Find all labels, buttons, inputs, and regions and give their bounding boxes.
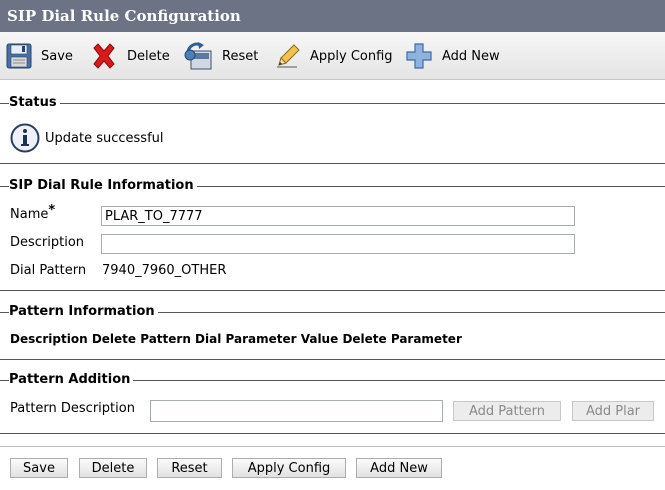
pattern-description-label: Pattern Description — [10, 401, 135, 416]
window-title: SIP Dial Rule Configuration — [0, 0, 665, 32]
reset-icon — [184, 42, 212, 70]
column-delete-pattern: Delete Pattern — [91, 332, 191, 346]
status-legend: Status — [9, 95, 60, 111]
add-pattern-button[interactable]: Add Pattern — [453, 401, 561, 421]
red-x-icon — [93, 43, 115, 69]
floppy-disk-icon — [6, 43, 32, 69]
pattern-addition-legend: Pattern Addition — [9, 372, 134, 388]
pattern-info-bottom-line — [0, 359, 665, 360]
column-delete-parameter: Delete Parameter — [342, 332, 462, 346]
toolbar: Save Delete Reset Apply Config Add New — [0, 32, 665, 80]
toolbar-add-new-button[interactable]: Add New — [405, 41, 500, 71]
dial-pattern-label: Dial Pattern — [10, 263, 87, 278]
description-label: Description — [10, 235, 85, 250]
toolbar-reset-label: Reset — [222, 48, 259, 64]
name-label: Name* — [10, 203, 55, 223]
bottom-reset-button[interactable]: Reset — [157, 458, 222, 478]
status-message: Update successful — [45, 131, 164, 146]
toolbar-delete-button[interactable]: Delete — [90, 41, 170, 71]
bottom-delete-button[interactable]: Delete — [79, 458, 147, 478]
toolbar-reset-button[interactable]: Reset — [183, 41, 258, 71]
bottom-add-new-button[interactable]: Add New — [356, 458, 442, 478]
plus-icon — [406, 43, 432, 69]
pattern-description-input[interactable] — [150, 400, 443, 422]
rule-info-legend: SIP Dial Rule Information — [9, 178, 197, 194]
toolbar-save-button[interactable]: Save — [6, 41, 73, 71]
name-label-text: Name — [10, 207, 49, 222]
pattern-columns-header: Description Delete Pattern Dial Paramete… — [10, 331, 462, 347]
toolbar-delete-label: Delete — [127, 48, 170, 64]
toolbar-apply-config-label: Apply Config — [310, 48, 393, 64]
rule-info-bottom-line — [0, 290, 665, 291]
status-legend-line — [0, 103, 665, 104]
bottom-divider — [0, 446, 665, 447]
dial-pattern-value: 7940_7960_OTHER — [102, 263, 227, 278]
pattern-addition-bottom-line — [0, 433, 665, 434]
info-icon — [10, 123, 40, 157]
column-value: Value — [300, 332, 339, 346]
add-plar-button[interactable]: Add Plar — [572, 401, 654, 421]
status-bottom-line — [0, 163, 665, 164]
name-input[interactable] — [101, 206, 575, 226]
column-description: Description — [10, 332, 88, 346]
pencil-icon — [277, 44, 300, 68]
required-marker: * — [48, 203, 56, 218]
column-dial-parameter: Dial Parameter — [195, 332, 297, 346]
description-input[interactable] — [101, 234, 575, 254]
toolbar-save-label: Save — [41, 48, 73, 64]
toolbar-apply-config-button[interactable]: Apply Config — [275, 41, 393, 71]
bottom-save-button[interactable]: Save — [10, 458, 68, 478]
toolbar-add-new-label: Add New — [442, 48, 500, 64]
pattern-info-legend: Pattern Information — [9, 304, 158, 320]
bottom-apply-config-button[interactable]: Apply Config — [232, 458, 346, 478]
